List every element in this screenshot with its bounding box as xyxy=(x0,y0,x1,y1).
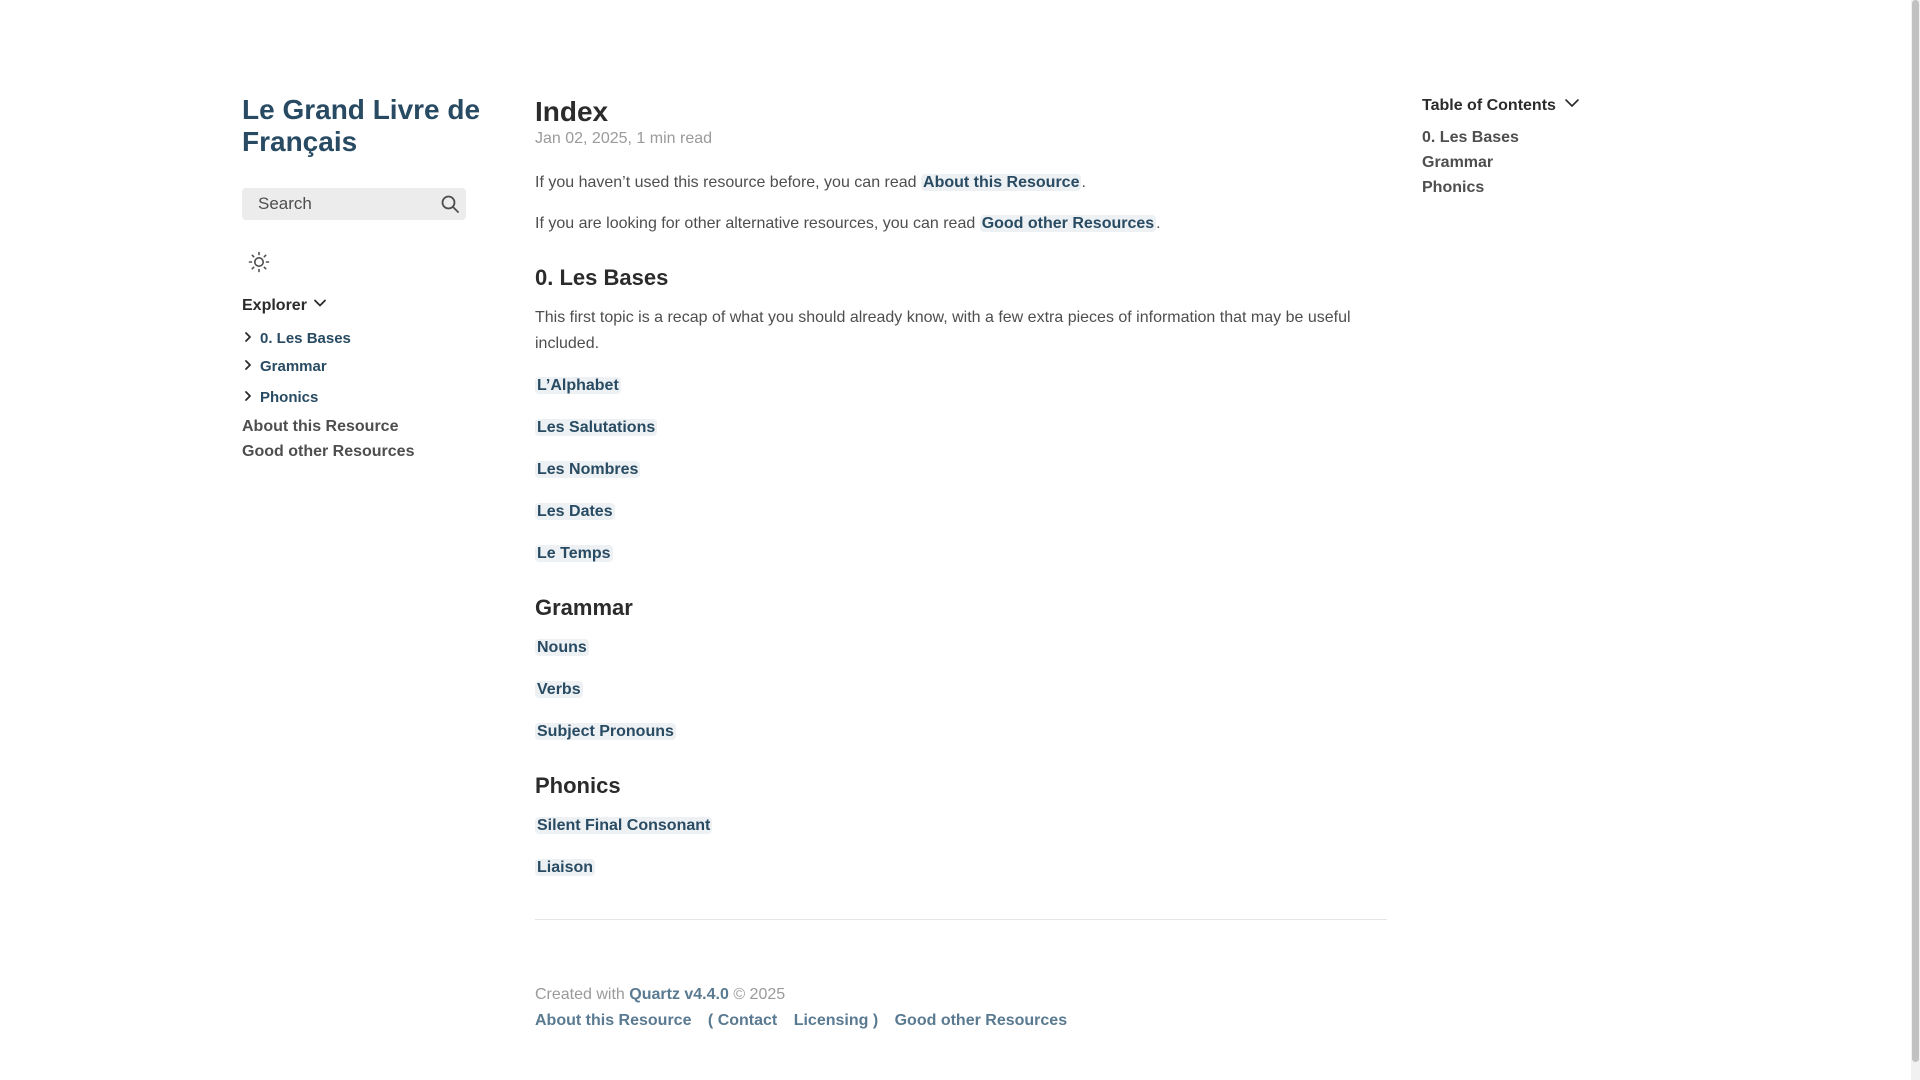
footer-copyright: © 2025 xyxy=(728,986,786,1003)
link-subject-pronouns[interactable]: Subject Pronouns xyxy=(535,723,676,740)
good-resources-link[interactable]: Good other Resources xyxy=(979,215,1157,232)
footer-credit: Created with Quartz v4.4.0 © 2025 xyxy=(535,982,1387,1008)
toc-item-grammar[interactable]: Grammar xyxy=(1422,150,1682,175)
intro-text: If you are looking for other alternative… xyxy=(535,215,980,232)
main-content: Index Jan 02, 2025, 1 min read If you ha… xyxy=(535,96,1387,1034)
chevron-down-icon xyxy=(1556,96,1580,115)
toc-item-les-bases[interactable]: 0. Les Bases xyxy=(1422,125,1682,150)
intro-text: If you haven’t used this resource before… xyxy=(535,174,922,191)
list-item: Les Nombres xyxy=(535,457,1387,483)
toc-item-phonics[interactable]: Phonics xyxy=(1422,175,1682,200)
toc-toggle[interactable]: Table of Contents xyxy=(1422,96,1682,115)
search-label: Search xyxy=(258,194,312,213)
darkmode-toggle[interactable] xyxy=(242,250,276,278)
page: Le Grand Livre de Français Search Explor… xyxy=(0,0,1920,1080)
link-nouns[interactable]: Nouns xyxy=(535,639,589,656)
footer: Created with Quartz v4.4.0 © 2025 About … xyxy=(535,982,1387,1034)
section-heading-phonics: Phonics xyxy=(535,773,621,798)
link-liaison[interactable]: Liaison xyxy=(535,859,596,876)
explorer-files: About this Resource Good other Resources xyxy=(242,414,482,464)
link-dates[interactable]: Les Dates xyxy=(535,503,615,520)
footer-links: About this Resource ( Contact Licensing … xyxy=(535,1008,1387,1034)
search-button[interactable]: Search xyxy=(242,188,466,220)
list-item: Liaison xyxy=(535,855,1387,881)
link-alphabet[interactable]: L’Alphabet xyxy=(535,377,621,394)
quartz-link[interactable]: Quartz v4.4.0 xyxy=(629,986,729,1003)
list-item: Verbs xyxy=(535,677,1387,703)
sun-icon xyxy=(248,251,270,278)
explorer-folder-grammar[interactable]: Grammar xyxy=(242,357,482,375)
list-item: L’Alphabet xyxy=(535,373,1387,399)
scrollbar-track[interactable] xyxy=(1911,0,1920,1080)
chevron-right-icon xyxy=(242,389,260,406)
intro-paragraph-2: If you are looking for other alternative… xyxy=(535,215,1161,232)
left-sidebar: Le Grand Livre de Français Search Explor… xyxy=(242,94,482,464)
scrollbar-thumb[interactable] xyxy=(1912,0,1919,1062)
chevron-right-icon xyxy=(242,330,260,347)
site-title[interactable]: Le Grand Livre de Français xyxy=(242,94,482,158)
explorer-title: Explorer xyxy=(242,296,307,314)
folder-label: Grammar xyxy=(260,357,327,375)
toc-title: Table of Contents xyxy=(1422,96,1556,114)
footer-link-licensing[interactable]: Licensing ) xyxy=(794,1012,878,1029)
list-item: Nouns xyxy=(535,635,1387,661)
footer-link-about[interactable]: About this Resource xyxy=(535,1012,691,1029)
explorer-file-good-resources[interactable]: Good other Resources xyxy=(242,439,482,464)
explorer-folder-les-bases[interactable]: 0. Les Bases xyxy=(242,329,482,347)
section-heading-grammar: Grammar xyxy=(535,595,633,620)
section-paragraph: This first topic is a recap of what you … xyxy=(535,309,1351,352)
right-sidebar: Table of Contents 0. Les Bases Grammar P… xyxy=(1422,96,1682,200)
explorer-toggle[interactable]: Explorer xyxy=(242,296,482,315)
page-title: Index xyxy=(535,96,609,127)
footer-created-text: Created with xyxy=(535,986,630,1003)
footer-link-good-resources[interactable]: Good other Resources xyxy=(895,1012,1067,1029)
toc-list: 0. Les Bases Grammar Phonics xyxy=(1422,125,1682,200)
explorer-file-about[interactable]: About this Resource xyxy=(242,414,482,439)
link-verbs[interactable]: Verbs xyxy=(535,681,583,698)
explorer-folder-phonics[interactable]: Phonics xyxy=(242,388,482,406)
chevron-down-icon xyxy=(307,296,327,315)
link-silent-final-consonant[interactable]: Silent Final Consonant xyxy=(535,817,713,834)
intro-paragraph-1: If you haven’t used this resource before… xyxy=(535,174,1086,191)
folder-label: Phonics xyxy=(260,388,319,406)
search-icon xyxy=(440,194,460,214)
list-item: Les Dates xyxy=(535,499,1387,525)
about-resource-link[interactable]: About this Resource xyxy=(921,174,1082,191)
link-nombres[interactable]: Les Nombres xyxy=(535,461,641,478)
footer-divider xyxy=(535,919,1387,920)
link-temps[interactable]: Le Temps xyxy=(535,545,613,562)
list-item: Les Salutations xyxy=(535,415,1387,441)
link-salutations[interactable]: Les Salutations xyxy=(535,419,658,436)
list-item: Le Temps xyxy=(535,541,1387,567)
footer-link-contact[interactable]: ( Contact xyxy=(708,1012,777,1029)
list-item: Silent Final Consonant xyxy=(535,813,1387,839)
section-heading-les-bases: 0. Les Bases xyxy=(535,265,669,290)
chevron-right-icon xyxy=(242,358,260,375)
folder-label: 0. Les Bases xyxy=(260,329,351,347)
list-item: Subject Pronouns xyxy=(535,719,1387,745)
article-meta: Jan 02, 2025, 1 min read xyxy=(535,130,713,147)
